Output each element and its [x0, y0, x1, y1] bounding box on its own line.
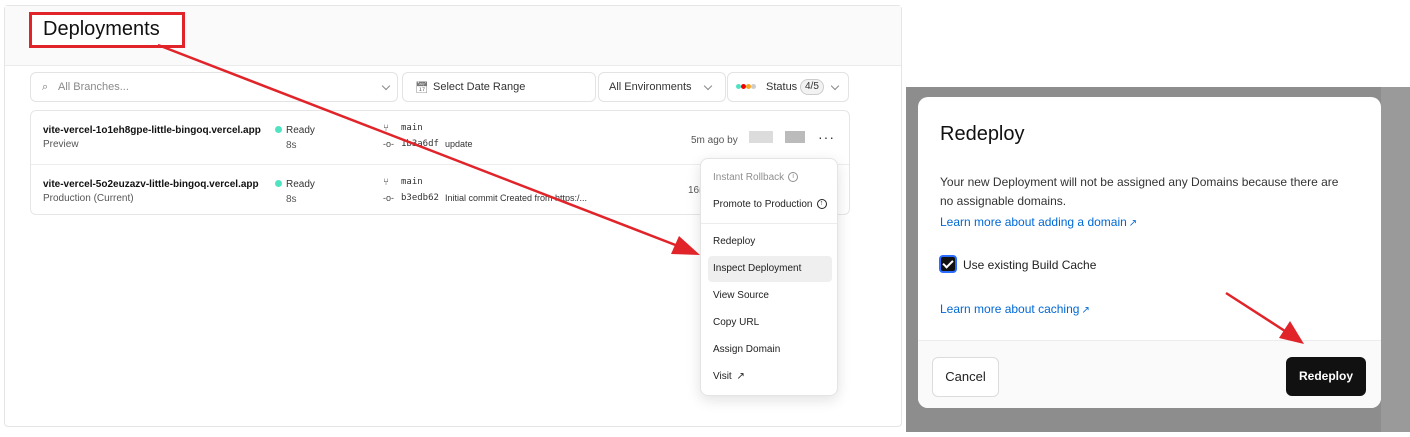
annotation-arrow-line: [1225, 291, 1289, 335]
annotation-arrow-line: [157, 43, 679, 248]
annotation-arrowhead: [671, 236, 700, 255]
annotation-arrowhead: [1279, 321, 1304, 344]
annotation-arrows: [157, 43, 1304, 344]
